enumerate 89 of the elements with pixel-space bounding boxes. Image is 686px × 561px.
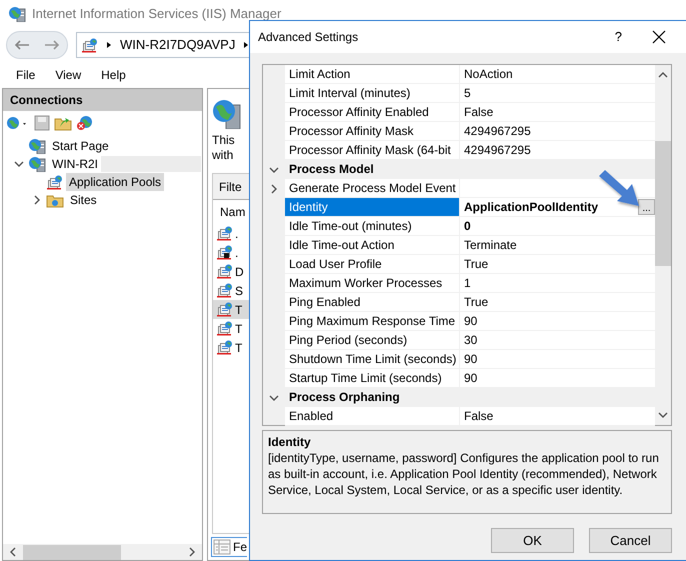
description-text: This — [212, 133, 235, 148]
property-value[interactable]: 0 — [464, 216, 471, 236]
app-pool-icon — [216, 321, 233, 336]
property-value[interactable]: 90 — [464, 350, 478, 368]
menu-item[interactable]: View — [45, 66, 92, 84]
property-value[interactable]: NoAction — [464, 64, 513, 84]
row-label: . — [235, 244, 238, 262]
list-row[interactable]: . — [213, 243, 253, 262]
property-value[interactable]: 4294967295 — [464, 122, 531, 140]
app-pool-icon — [46, 174, 63, 190]
row-label: . — [235, 226, 238, 242]
property-name[interactable]: Limit Interval (minutes) — [285, 84, 460, 103]
app-pool-icon — [216, 264, 233, 279]
property-name[interactable]: Shutdown Time Limit (seconds) — [285, 350, 460, 369]
property-value[interactable]: 30 — [464, 330, 478, 350]
tree-item[interactable]: Start Page — [49, 137, 112, 155]
folder-icon[interactable] — [54, 115, 72, 131]
category-header[interactable]: Process Orphaning — [285, 388, 655, 407]
property-name[interactable]: Enabled — [285, 407, 460, 426]
grid-icon — [213, 539, 231, 555]
server-globe-icon — [28, 156, 46, 172]
help-button[interactable]: ? — [614, 27, 622, 47]
app-pool-icon — [216, 302, 233, 317]
row-label: S — [235, 282, 244, 300]
description-text: [identityType, username, password] Configures the application pool to run as built-in account, i.e. Application Pool Identity (recommended), Network Service, Local System, Local Service, or as a specific user identity. — [268, 450, 660, 498]
breadcrumb-arrow-icon[interactable] — [106, 41, 112, 49]
features-view-tab[interactable]: Fe — [211, 537, 248, 557]
row-label: T — [235, 340, 242, 356]
property-value[interactable]: 90 — [464, 368, 478, 388]
app-pool-icon — [216, 283, 233, 298]
panel-header: Connections — [3, 89, 202, 111]
list-row[interactable]: . — [213, 224, 253, 243]
property-name[interactable]: Ping Maximum Response Time — [285, 312, 460, 331]
list-row[interactable]: T — [213, 338, 253, 357]
list-row[interactable]: D — [213, 262, 253, 281]
dialog-title: Advanced Settings — [258, 29, 358, 46]
property-value[interactable]: 90 — [464, 312, 478, 330]
description-title: Identity — [268, 434, 312, 450]
folder-globe-icon — [46, 192, 64, 208]
server-globe-icon — [28, 138, 46, 154]
tree-item[interactable]: WIN-R2I — [49, 155, 101, 173]
property-name[interactable]: Ping Period (seconds) — [285, 331, 460, 350]
close-icon[interactable] — [652, 30, 666, 44]
property-name[interactable]: Idle Time-out Action — [285, 236, 460, 255]
app-pool-icon — [81, 38, 98, 52]
server-globe-icon — [212, 99, 242, 129]
property-name[interactable]: Processor Affinity Enabled — [285, 103, 460, 122]
property-value[interactable]: 1 — [464, 274, 471, 292]
property-value[interactable]: Terminate — [464, 236, 517, 254]
menu-item[interactable]: Help — [91, 66, 136, 84]
app-pool-icon — [216, 340, 233, 355]
property-name[interactable]: Limit Action — [285, 65, 460, 84]
property-value[interactable]: 4294967295 — [464, 140, 531, 160]
app-pool-icon — [216, 226, 233, 241]
cancel-button[interactable]: Cancel — [589, 528, 672, 553]
list-row[interactable]: T — [213, 319, 253, 338]
save-icon[interactable] — [34, 115, 50, 131]
disconnect-icon[interactable] — [76, 115, 94, 131]
property-value[interactable]: True — [464, 292, 488, 312]
server-globe-icon — [8, 6, 26, 22]
property-name[interactable]: Ping Enabled — [285, 293, 460, 312]
breadcrumb-item[interactable]: WIN-R2I7DQ9AVPJ — [120, 35, 236, 55]
category-header[interactable]: Process Model — [285, 160, 655, 179]
scrollbar-thumb[interactable] — [655, 141, 671, 266]
list-row[interactable]: S — [213, 281, 253, 300]
row-label: T — [235, 320, 242, 338]
property-value[interactable]: False — [464, 102, 494, 122]
property-name[interactable]: Load User Profile — [285, 255, 460, 274]
window-title: Internet Information Services (IIS) Manager — [32, 5, 282, 24]
property-name[interactable]: Idle Time-out (minutes) — [285, 217, 460, 236]
property-name[interactable]: Maximum Worker Processes — [285, 274, 460, 293]
scrollbar-thumb[interactable] — [23, 544, 121, 560]
stopped-pool-icon — [216, 245, 233, 260]
description-text: with — [212, 148, 234, 163]
ellipsis-button[interactable]: ... — [638, 199, 655, 215]
property-name[interactable]: Processor Affinity Mask — [285, 122, 460, 141]
tree-item[interactable]: Application Pools — [66, 173, 164, 191]
menu-item[interactable]: File — [6, 66, 46, 84]
back-icon[interactable] — [14, 39, 30, 51]
property-value[interactable]: 5 — [464, 84, 471, 102]
property-value[interactable]: False — [464, 406, 494, 426]
tree-item[interactable]: Sites — [67, 191, 100, 209]
property-value[interactable]: ApplicationPoolIdentity — [464, 198, 598, 216]
property-name[interactable]: Identity — [285, 198, 460, 217]
row-label: T — [235, 302, 242, 318]
row-label: D — [235, 264, 244, 280]
breadcrumb-arrow-icon[interactable] — [243, 41, 250, 49]
property-value[interactable]: True — [464, 254, 488, 274]
ok-button[interactable]: OK — [491, 528, 574, 553]
